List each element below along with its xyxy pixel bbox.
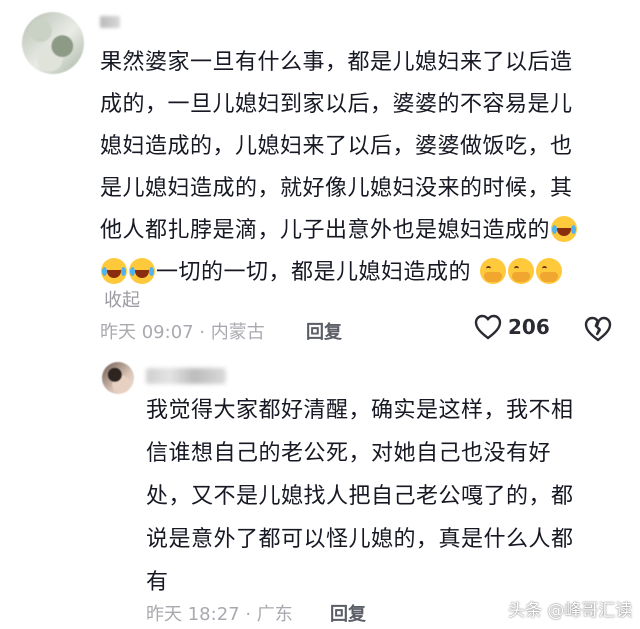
- reply-time-location: 昨天 18:27 · 广东: [146, 604, 293, 625]
- comment-line-5-text: 他人都扎脖是滴，儿子出意外也是媳妇造成的: [100, 218, 551, 243]
- reply-to-reply-button[interactable]: 回复: [330, 600, 366, 626]
- commenter-avatar[interactable]: [22, 12, 84, 74]
- comment-line-6: 一切的一切，都是儿媳妇造成的: [100, 252, 563, 295]
- reply-line-3: 处，又不是儿媳找人把自己老公嘎了的，都: [146, 484, 574, 509]
- comment-line-5: 他人都扎脖是滴，儿子出意外也是媳妇造成的: [100, 210, 578, 253]
- laughing-tears-icon: [129, 258, 155, 284]
- like-button[interactable]: 206: [474, 314, 550, 340]
- face-hand-over-mouth-icon: [479, 258, 506, 284]
- commenter-name-blurred[interactable]: [100, 16, 120, 28]
- watermark: 头条 @峰哥汇读: [508, 601, 633, 621]
- like-count: 206: [508, 315, 550, 339]
- replier-name-blurred[interactable]: [146, 368, 226, 384]
- comment-line-4: 是儿媳妇造成的，就好像儿媳妇没来的时候，其: [100, 176, 573, 201]
- reply-line-5: 有: [146, 570, 169, 595]
- replier-avatar[interactable]: [102, 362, 134, 394]
- collapse-button[interactable]: 收起: [104, 286, 140, 312]
- face-hand-over-mouth-icon: [507, 258, 534, 284]
- laughing-tears-icon: [551, 216, 578, 242]
- laughing-tears-icon: [101, 258, 127, 284]
- comment-line-6-text: 一切的一切，都是儿媳妇造成的: [156, 260, 472, 285]
- comment-time-location: 昨天 09:07 · 内蒙古: [100, 322, 265, 343]
- comment-line-3: 媳妇造成的，儿媳妇来了以后，婆婆做饭吃，也: [100, 134, 573, 159]
- reply-button[interactable]: 回复: [306, 318, 342, 344]
- reply-line-2: 信谁想自己的老公死，对她自己也没有好: [146, 441, 552, 466]
- comment-line-2: 成的，一旦儿媳妇到家以后，婆婆的不容易是儿: [100, 92, 573, 117]
- face-hand-over-mouth-icon: [535, 258, 562, 284]
- reply-line-1: 我觉得大家都好清醒，确实是这样，我不相: [146, 398, 574, 423]
- comment-line-1: 果然婆家一旦有什么事，都是儿媳妇来了以后造: [100, 50, 573, 75]
- reply-line-4: 说是意外了都可以怪儿媳的，真是什么人都: [146, 527, 574, 552]
- heart-icon: [474, 314, 502, 340]
- broken-heart-icon: [584, 316, 612, 342]
- dislike-button[interactable]: [584, 316, 612, 342]
